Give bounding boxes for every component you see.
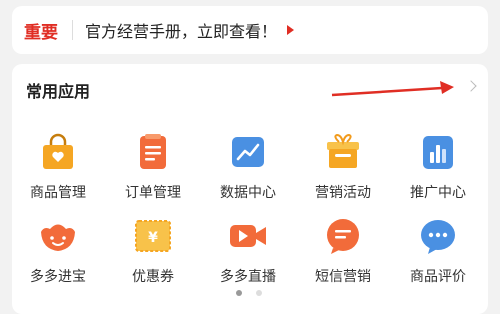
sms-icon <box>327 219 359 254</box>
order-list-icon <box>140 134 166 169</box>
app-item-duoduo-live[interactable]: 多多直播 <box>202 216 294 286</box>
notice-divider <box>72 20 73 40</box>
app-item-product-review[interactable]: 商品评价 <box>392 216 484 286</box>
svg-text:¥: ¥ <box>148 230 158 246</box>
app-item-product-management[interactable]: 商品管理 <box>12 132 104 202</box>
notice-text[interactable]: 官方经营手册，立即查看！ <box>85 18 277 42</box>
app-item-coupon[interactable]: ¥ 优惠券 <box>107 216 199 286</box>
page-dot-active[interactable] <box>236 290 242 296</box>
app-item-order-management[interactable]: 订单管理 <box>107 132 199 202</box>
app-label: 短信营销 <box>315 269 371 285</box>
app-item-sms-marketing[interactable]: 短信营销 <box>297 216 389 286</box>
section-title: 常用应用 <box>26 82 91 101</box>
review-chat-icon <box>421 220 455 254</box>
chevron-right-icon[interactable] <box>465 80 477 92</box>
app-item-data-center[interactable]: 数据中心 <box>202 132 294 202</box>
common-apps-card: 常用应用 商品管理 订单管理 数据中心 营销活动 推广中心 多多进宝 ¥ 优惠券… <box>12 64 488 314</box>
notice-tag: 重要 <box>24 22 58 43</box>
play-arrow-icon <box>287 25 295 35</box>
live-video-icon <box>230 225 266 247</box>
app-item-duoduo-jinbao[interactable]: 多多进宝 <box>12 216 104 286</box>
app-label: 推广中心 <box>410 185 466 201</box>
app-label: 营销活动 <box>315 185 371 201</box>
app-label: 商品管理 <box>30 185 86 201</box>
shopping-bag-icon <box>43 133 73 169</box>
notice-banner[interactable]: 重要 官方经营手册，立即查看！ <box>12 6 488 54</box>
treasure-icon <box>41 224 75 251</box>
app-label: 商品评价 <box>410 269 466 285</box>
page-dot[interactable] <box>256 290 262 296</box>
app-label: 多多进宝 <box>30 269 86 285</box>
bar-chart-icon <box>423 136 453 169</box>
gift-box-icon <box>327 133 359 168</box>
app-item-promotion-center[interactable]: 推广中心 <box>392 132 484 202</box>
app-label: 数据中心 <box>220 185 276 201</box>
app-label: 订单管理 <box>125 185 181 201</box>
app-label: 优惠券 <box>132 269 174 285</box>
app-label: 多多直播 <box>220 269 276 285</box>
chart-line-icon <box>232 137 264 167</box>
page-indicator <box>0 290 500 300</box>
coupon-icon: ¥ <box>135 220 171 252</box>
app-item-marketing-activity[interactable]: 营销活动 <box>297 132 389 202</box>
